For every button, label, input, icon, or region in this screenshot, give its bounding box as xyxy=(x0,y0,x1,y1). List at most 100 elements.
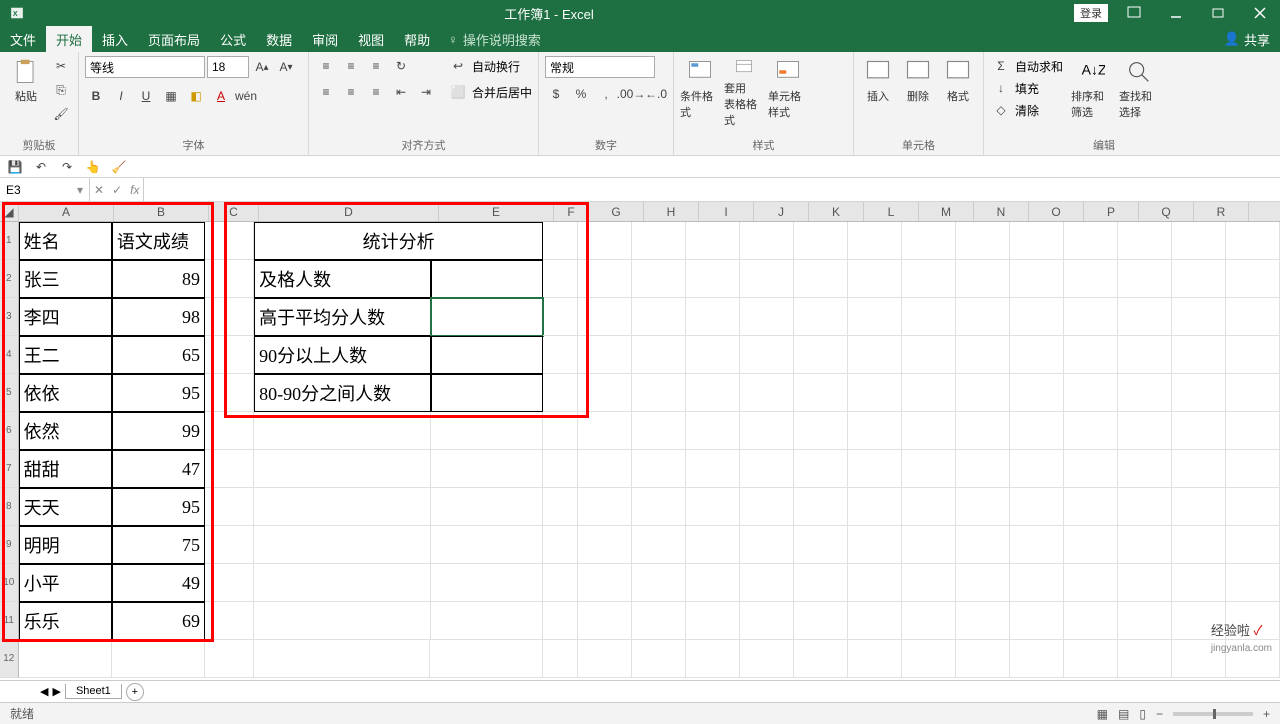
cell[interactable] xyxy=(902,374,956,412)
cell[interactable] xyxy=(578,564,632,602)
cell-B11[interactable]: 69 xyxy=(112,602,205,640)
cell-B9[interactable]: 75 xyxy=(112,526,205,564)
orientation-icon[interactable]: ↻ xyxy=(390,56,412,76)
col-M[interactable]: M xyxy=(919,202,974,221)
cell[interactable] xyxy=(1010,450,1064,488)
cell[interactable] xyxy=(578,412,632,450)
autosum-button[interactable]: Σ自动求和 xyxy=(990,56,1063,76)
cell[interactable] xyxy=(1118,412,1172,450)
cell[interactable] xyxy=(578,640,632,678)
cell-B7[interactable]: 47 xyxy=(112,450,205,488)
cell[interactable] xyxy=(956,222,1010,260)
cell[interactable] xyxy=(848,526,902,564)
view-normal-icon[interactable]: ▦ xyxy=(1097,707,1108,721)
cell[interactable] xyxy=(578,526,632,564)
cell[interactable] xyxy=(1010,260,1064,298)
comma-icon[interactable]: , xyxy=(595,84,617,104)
enter-icon[interactable]: ✓ xyxy=(112,183,122,197)
col-G[interactable]: G xyxy=(589,202,644,221)
cell[interactable] xyxy=(956,488,1010,526)
fill-button[interactable]: ↓填充 xyxy=(990,78,1063,98)
cell[interactable] xyxy=(1172,564,1226,602)
align-top-icon[interactable]: ≡ xyxy=(315,56,337,76)
cell-B3[interactable]: 98 xyxy=(112,298,205,336)
cell[interactable] xyxy=(740,298,794,336)
cell[interactable] xyxy=(1118,602,1172,640)
cell[interactable] xyxy=(902,526,956,564)
cell-B1[interactable]: 语文成绩 xyxy=(112,222,205,260)
col-L[interactable]: L xyxy=(864,202,919,221)
cell[interactable] xyxy=(794,488,848,526)
cell[interactable] xyxy=(740,488,794,526)
cell-A3[interactable]: 李四 xyxy=(19,298,112,336)
cell[interactable] xyxy=(794,222,848,260)
align-left-icon[interactable]: ≡ xyxy=(315,82,337,102)
cell-A8[interactable]: 天天 xyxy=(19,488,112,526)
cell[interactable] xyxy=(1172,298,1226,336)
cell[interactable] xyxy=(1118,222,1172,260)
copy-icon[interactable]: ⎘ xyxy=(50,80,72,100)
cell[interactable] xyxy=(205,640,254,678)
cell[interactable] xyxy=(686,602,740,640)
row-header[interactable]: 10 xyxy=(0,564,19,602)
cell-F11[interactable] xyxy=(543,602,577,640)
menu-insert[interactable]: 插入 xyxy=(92,26,138,52)
cell[interactable] xyxy=(902,260,956,298)
cell-styles-button[interactable]: 单元格样式 xyxy=(768,56,808,128)
cell[interactable] xyxy=(632,640,686,678)
cell[interactable] xyxy=(848,222,902,260)
cell[interactable] xyxy=(1118,336,1172,374)
cell[interactable] xyxy=(686,488,740,526)
cell[interactable] xyxy=(1172,336,1226,374)
cell[interactable] xyxy=(956,564,1010,602)
cell[interactable] xyxy=(1010,526,1064,564)
clear-button[interactable]: ◇清除 xyxy=(990,100,1063,120)
wrap-text-button[interactable]: ↩自动换行 xyxy=(447,56,532,76)
find-select-button[interactable]: 查找和选择 xyxy=(1119,56,1159,128)
cell-C6[interactable] xyxy=(205,412,254,450)
cell[interactable] xyxy=(794,526,848,564)
maximize-icon[interactable] xyxy=(1198,0,1238,26)
cell[interactable] xyxy=(1010,374,1064,412)
menu-formulas[interactable]: 公式 xyxy=(210,26,256,52)
cell[interactable] xyxy=(686,564,740,602)
cell[interactable] xyxy=(1226,222,1280,260)
cell-F7[interactable] xyxy=(543,450,577,488)
share-button[interactable]: 👤 共享 xyxy=(1224,30,1270,49)
table-format-button[interactable]: 套用 表格格式 xyxy=(724,56,764,128)
cell-F2[interactable] xyxy=(543,260,577,298)
cell-C11[interactable] xyxy=(205,602,254,640)
cell[interactable] xyxy=(794,412,848,450)
minimize-icon[interactable] xyxy=(1156,0,1196,26)
cell[interactable] xyxy=(578,298,632,336)
menu-help[interactable]: 帮助 xyxy=(394,26,440,52)
add-sheet-icon[interactable]: + xyxy=(126,683,144,701)
cell[interactable] xyxy=(956,298,1010,336)
cell[interactable] xyxy=(1064,602,1118,640)
cell[interactable] xyxy=(578,260,632,298)
cell[interactable] xyxy=(794,564,848,602)
cell[interactable] xyxy=(1064,640,1118,678)
fill-color-icon[interactable]: ◧ xyxy=(185,86,207,106)
insert-cells-button[interactable]: 插入 xyxy=(860,56,896,128)
cell-C3[interactable] xyxy=(205,298,254,336)
cell-F10[interactable] xyxy=(543,564,577,602)
decrease-font-icon[interactable]: A▾ xyxy=(275,57,297,77)
cell[interactable] xyxy=(1064,412,1118,450)
col-P[interactable]: P xyxy=(1084,202,1139,221)
cell[interactable] xyxy=(632,412,686,450)
cell[interactable] xyxy=(686,374,740,412)
cell[interactable] xyxy=(1118,488,1172,526)
cell[interactable] xyxy=(1226,564,1280,602)
cell-D6[interactable] xyxy=(254,412,430,450)
fx-icon[interactable]: fx xyxy=(130,183,139,197)
cell-C10[interactable] xyxy=(205,564,254,602)
cell-F5[interactable] xyxy=(543,374,577,412)
cell[interactable] xyxy=(1118,374,1172,412)
cell[interactable] xyxy=(794,336,848,374)
cell-A11[interactable]: 乐乐 xyxy=(19,602,112,640)
cell-F3[interactable] xyxy=(543,298,577,336)
cell[interactable] xyxy=(956,450,1010,488)
cell[interactable] xyxy=(1010,488,1064,526)
cell[interactable] xyxy=(902,602,956,640)
